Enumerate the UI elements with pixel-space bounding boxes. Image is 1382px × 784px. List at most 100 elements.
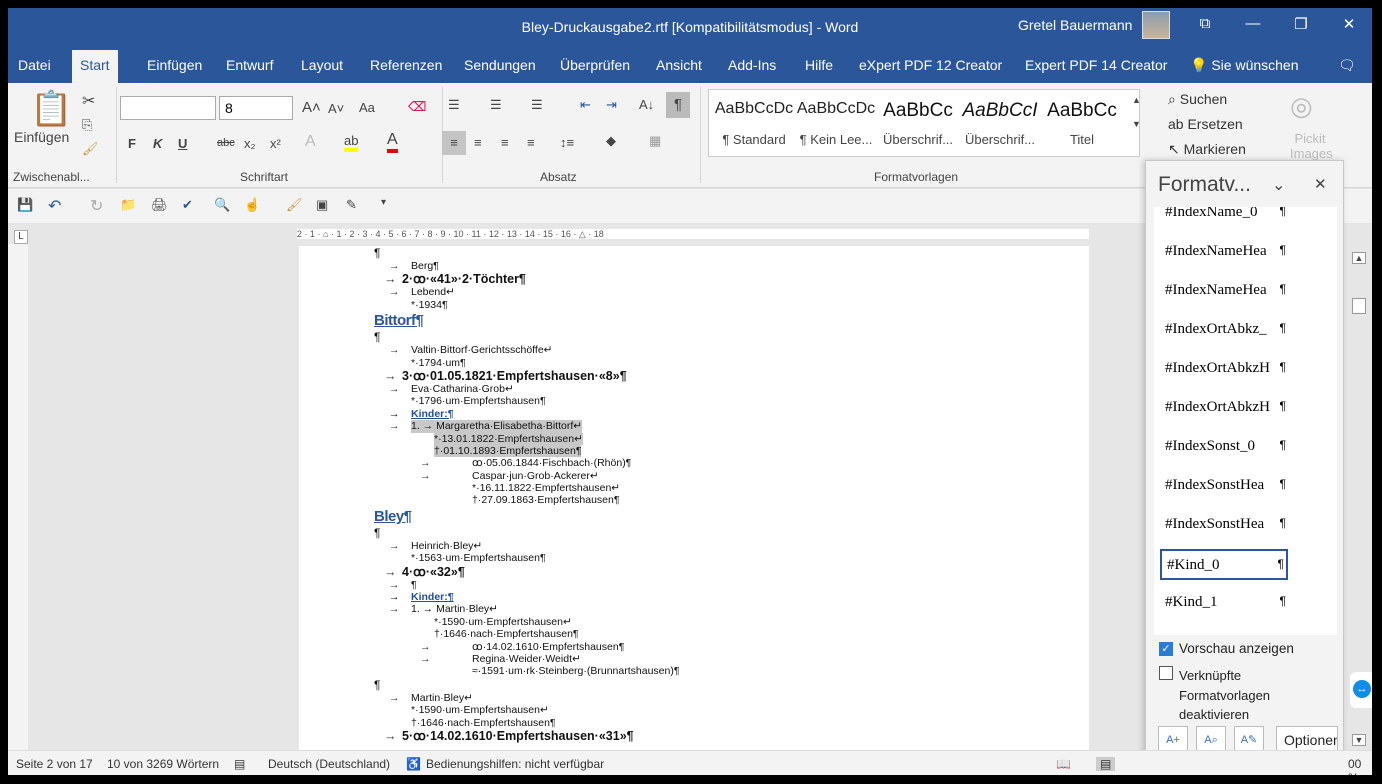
tab-entwurf[interactable]: Entwurf bbox=[226, 57, 273, 73]
paste-icon[interactable]: 📋 bbox=[30, 89, 72, 129]
find-button[interactable]: ⌕ Suchen bbox=[1168, 91, 1227, 108]
document-line[interactable]: → Berg¶ bbox=[389, 260, 643, 272]
tab-layout[interactable]: Layout bbox=[301, 57, 343, 73]
document-line[interactable]: ¶ bbox=[374, 330, 606, 344]
font-color-icon[interactable]: A bbox=[387, 131, 398, 153]
style-list-item[interactable]: #IndexName_0 ¶ bbox=[1160, 207, 1288, 229]
tab-expert-pdf-14-creator[interactable]: Expert PDF 14 Creator bbox=[1025, 57, 1167, 73]
strikethrough-button[interactable]: abc bbox=[217, 137, 235, 149]
avatar[interactable] bbox=[1142, 11, 1170, 39]
disable-linked-styles-checkbox[interactable] bbox=[1159, 666, 1173, 680]
document-line[interactable]: → Kinder:¶ bbox=[389, 408, 643, 420]
close-icon[interactable]: ✕ bbox=[1334, 15, 1364, 33]
tab-expert-pdf-12-creator[interactable]: eXpert PDF 12 Creator bbox=[859, 57, 1002, 73]
gallery-scroll-up-icon[interactable]: ▲ bbox=[1132, 95, 1141, 105]
document-page[interactable]: ¶ → Berg¶ → 2·ꝏ·«41»·2·Töchter¶ → Lebend↵ *·193… bbox=[299, 246, 1089, 766]
proofing-icon[interactable]: ▤ bbox=[234, 757, 245, 771]
tab-einfügen[interactable]: Einfügen bbox=[147, 57, 202, 73]
document-line[interactable]: → 1. → Margaretha·Elisabetha·Bittorf↵ bbox=[389, 420, 643, 433]
bold-button[interactable]: F bbox=[128, 136, 136, 151]
tab-datei[interactable]: Datei bbox=[18, 57, 51, 73]
align-center-icon[interactable]: ≡ bbox=[474, 135, 482, 150]
cut-icon[interactable]: ✂ bbox=[82, 91, 95, 111]
share-comment-icon[interactable]: 🗨 bbox=[1338, 57, 1356, 74]
sort-icon[interactable]: A↓ bbox=[639, 97, 654, 112]
document-line[interactable]: *·1590·um·Empfertshausen↵ bbox=[434, 616, 666, 628]
tab-hilfe[interactable]: Hilfe bbox=[805, 57, 833, 73]
scroll-down-icon[interactable]: ▼ bbox=[1352, 734, 1366, 746]
italic-button[interactable]: K bbox=[153, 136, 162, 151]
document-line[interactable]: †·1646·nach·Empfertshausen¶ bbox=[411, 717, 643, 729]
save-icon[interactable]: 💾 bbox=[17, 197, 33, 213]
style-list-item[interactable]: #IndexSonstHea ¶ bbox=[1160, 510, 1288, 541]
numbering-icon[interactable]: ☰ bbox=[490, 97, 502, 113]
style-list-item[interactable]: #IndexOrtAbkzH ¶ bbox=[1160, 354, 1288, 385]
document-line[interactable]: → Valtin·Bittorf·Gerichtsschöffe↵ bbox=[389, 344, 643, 356]
document-line[interactable]: *·1934¶ bbox=[411, 299, 643, 311]
style-gallery-item[interactable]: AaBbCcI Überschrif... bbox=[959, 100, 1041, 147]
language[interactable]: Deutsch (Deutschland) bbox=[268, 757, 390, 771]
undo-icon[interactable]: ↶ bbox=[48, 196, 61, 216]
spelling-icon[interactable]: ✔ bbox=[182, 197, 193, 213]
document-line[interactable]: → 2·ꝏ·«41»·2·Töchter¶ bbox=[384, 272, 634, 286]
document-line[interactable]: ¶ bbox=[374, 678, 606, 692]
document-line[interactable]: → Martin·Bley↵ bbox=[389, 692, 643, 704]
document-line[interactable]: → ꝏ·14.02.1610·Empfertshausen¶ bbox=[420, 641, 704, 653]
document-line[interactable]: *·1796·um·Empfertshausen¶ bbox=[411, 395, 643, 407]
format-painter-icon[interactable]: 🖌 bbox=[286, 197, 303, 213]
document-line[interactable]: → Caspar·jun·Grob·Ackerer↵ bbox=[420, 470, 704, 482]
document-line[interactable]: †·27.09.1863·Empfertshausen¶ bbox=[472, 494, 704, 506]
read-mode-icon[interactable]: 📖 bbox=[1056, 757, 1071, 771]
pane-close-icon[interactable]: ✕ bbox=[1314, 175, 1327, 193]
line-spacing-icon[interactable]: ↕≡ bbox=[560, 135, 574, 150]
document-line[interactable]: †·01.10.1893·Empfertshausen¶ bbox=[434, 444, 666, 458]
font-size-input[interactable]: 8 bbox=[219, 96, 293, 120]
horizontal-ruler[interactable]: 2 · 1 · ⌂ · 1 · 2 · 3 · 4 · 5 · 6 · 7 · … bbox=[297, 229, 1089, 239]
style-list-item[interactable]: #IndexNameHea ¶ bbox=[1160, 237, 1288, 268]
document-line[interactable]: → Regina·Weider·Weidt↵ bbox=[420, 653, 704, 665]
word-count[interactable]: 10 von 3269 Wörtern bbox=[107, 757, 219, 771]
tab-sendungen[interactable]: Sendungen bbox=[464, 57, 536, 73]
document-line[interactable]: *·1590·um·Empfertshausen↵ bbox=[411, 704, 643, 716]
show-formatting-marks-button[interactable]: ¶ bbox=[666, 92, 690, 118]
select-button[interactable]: ↖ Markieren bbox=[1168, 141, 1246, 158]
tell-me-search[interactable]: 💡 Sie wünschen bbox=[1190, 57, 1299, 74]
justify-icon[interactable]: ≡ bbox=[527, 135, 535, 150]
text-effects-icon[interactable]: A bbox=[305, 133, 316, 151]
style-list-item[interactable]: #Kind_0 ¶ bbox=[1160, 549, 1288, 580]
document-line[interactable]: ≈·1591·um·rk·Steinberg·(Brunnartshausen)… bbox=[472, 665, 704, 677]
document-line[interactable]: → ꝏ·05.06.1844·Fischbach·(Rhön)¶ bbox=[420, 457, 704, 469]
redo-icon[interactable]: ↻ bbox=[90, 196, 103, 216]
accessibility-status[interactable]: Bedienungshilfen: nicht verfügbar bbox=[426, 757, 604, 771]
align-left-icon[interactable]: ≡ bbox=[442, 131, 466, 155]
user-name[interactable]: Gretel Bauermann bbox=[1018, 17, 1132, 33]
accessibility-icon[interactable]: ♿ bbox=[406, 757, 421, 771]
document-line[interactable]: → Kinder:¶ bbox=[389, 591, 643, 603]
paste-button[interactable]: Einfügen bbox=[14, 129, 69, 145]
gallery-scroll-down-icon[interactable]: ▼ bbox=[1132, 119, 1141, 129]
style-list-item[interactable]: #Kind_1 ¶ bbox=[1160, 588, 1288, 619]
document-line[interactable]: → Heinrich·Bley↵ bbox=[389, 540, 643, 552]
page-count[interactable]: Seite 2 von 17 bbox=[16, 757, 93, 771]
document-line[interactable]: → 5·ꝏ·14.02.1610·Empfertshausen·«31»¶ bbox=[384, 729, 634, 743]
preview-checkbox[interactable]: ✓ bbox=[1159, 642, 1173, 656]
vertical-ruler[interactable] bbox=[8, 244, 28, 754]
borders-icon[interactable]: ▦ bbox=[649, 133, 661, 149]
scrollbar-thumb[interactable] bbox=[1352, 298, 1366, 314]
multilevel-list-icon[interactable]: ☰ bbox=[531, 97, 543, 113]
tab-start[interactable]: Start bbox=[72, 50, 118, 83]
font-name-input[interactable] bbox=[120, 96, 216, 120]
style-gallery-item[interactable]: AaBbCc Titel bbox=[1041, 100, 1123, 147]
print-icon[interactable]: 🖨 bbox=[151, 197, 168, 213]
copy-icon[interactable]: ⎘ bbox=[82, 117, 92, 133]
minimize-icon[interactable]: — bbox=[1238, 15, 1268, 32]
customize-toolbar-icon[interactable]: ▾ bbox=[381, 197, 386, 208]
tab-überprüfen[interactable]: Überprüfen bbox=[560, 57, 630, 73]
shrink-font-icon[interactable]: A˅ bbox=[328, 101, 344, 116]
edit-icon[interactable]: ✎ bbox=[346, 197, 357, 213]
zoom-level[interactable]: 00 % bbox=[1348, 757, 1372, 775]
subscript-button[interactable]: x₂ bbox=[244, 136, 256, 151]
pickit-button[interactable]: Pickit Images bbox=[1290, 131, 1333, 161]
teamviewer-icon[interactable]: ↔ bbox=[1350, 672, 1372, 708]
open-folder-icon[interactable]: 📁 bbox=[120, 197, 136, 213]
